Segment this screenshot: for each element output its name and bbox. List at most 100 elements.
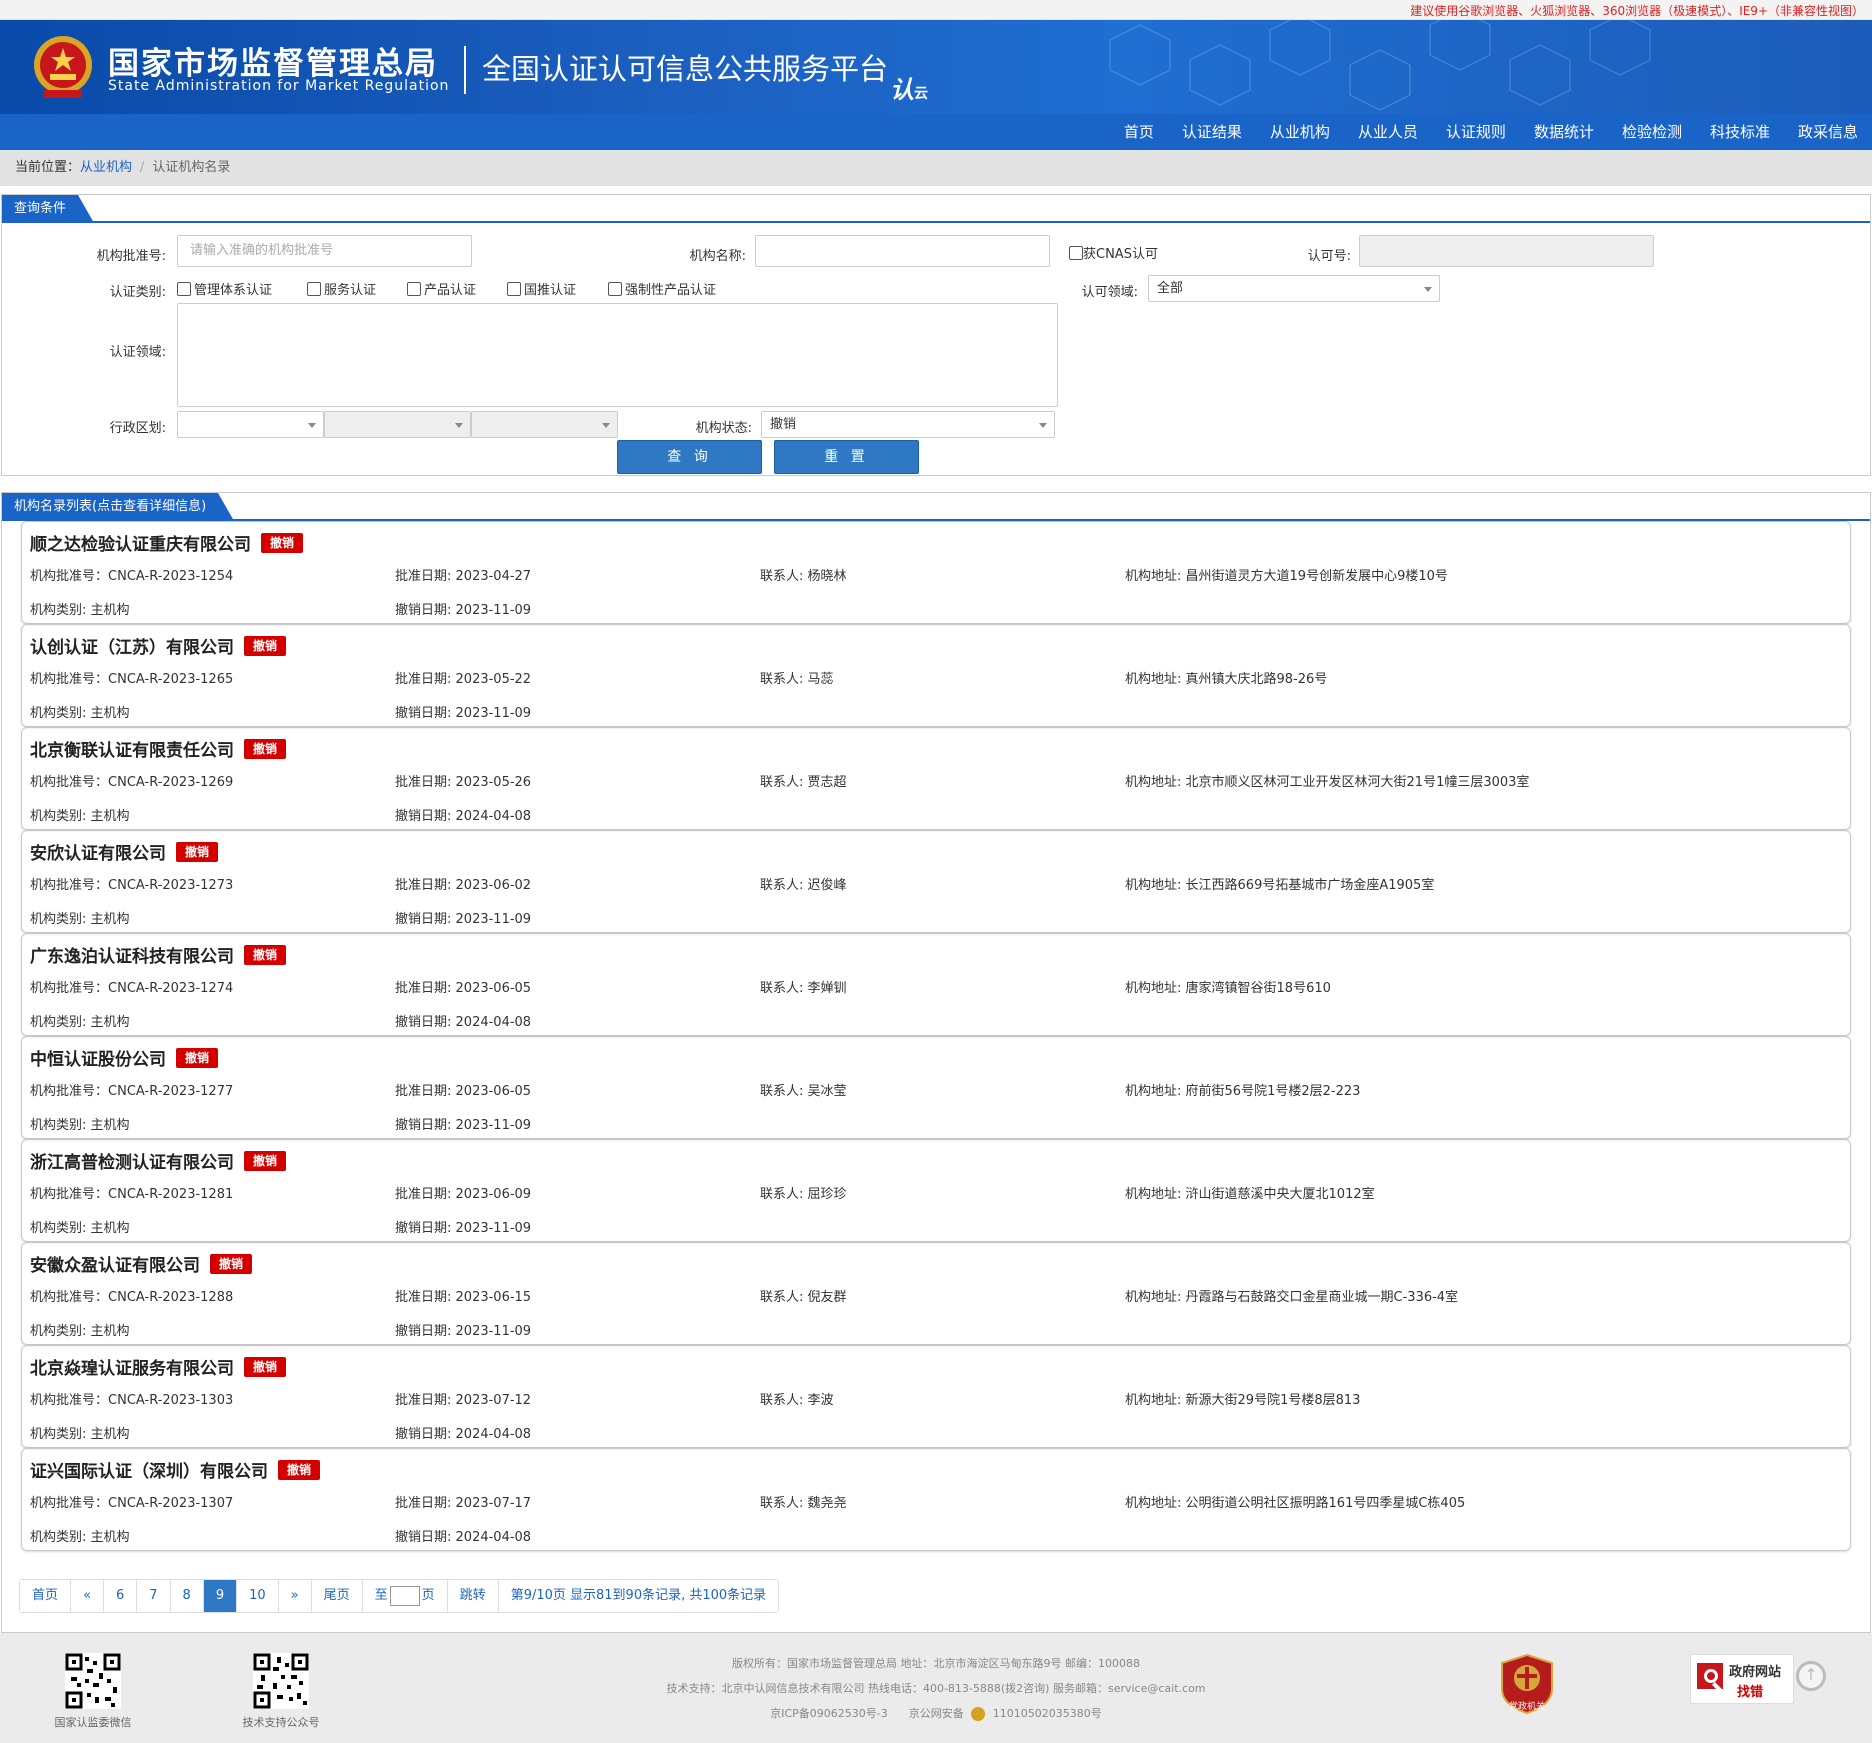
magnifier-icon [1697,1663,1723,1692]
back-to-top-arrow-icon[interactable]: ↑ [1796,1661,1826,1691]
checkbox-box[interactable] [177,281,191,296]
contact-label: 联系人: [760,672,804,687]
cnas-checkbox[interactable]: 获CNAS认可 [1069,243,1158,262]
nav-statistics[interactable]: 数据统计 [1520,114,1608,150]
institution-item[interactable]: 北京焱瑝认证服务有限公司 撤销 机构批准号：CNCA-R-2023-1303 批准日期… [21,1345,1851,1448]
revoke-date-field: 撤销日期: 2024-04-08 [395,1423,531,1442]
institution-name[interactable]: 广东逸泊认证科技有限公司 [30,942,234,967]
type-value: 主机构 [90,1118,130,1133]
institution-name[interactable]: 安徽众盈认证有限公司 [30,1251,200,1276]
type-value: 主机构 [90,1427,130,1442]
institution-name[interactable]: 认创认证（江苏）有限公司 [30,633,234,658]
address-field: 机构地址: 真州镇大庆北路98-26号 [1125,668,1327,687]
search-button[interactable]: 查 询 [617,440,762,474]
institution-item[interactable]: 浙江高普检测认证有限公司 撤销 机构批准号：CNCA-R-2023-1281 批准日期… [21,1139,1851,1242]
region-district-select[interactable] [471,411,618,438]
footer-tech-support: 技术支持：北京中认网信息技术有限公司 热线电话：400-813-5888(拨2咨… [666,1682,1206,1695]
gov-website-error-report[interactable]: 政府网站 找错 [1690,1654,1794,1704]
category-product-checkbox[interactable]: 产品认证 [407,279,476,298]
nav-procurement[interactable]: 政采信息 [1784,114,1872,150]
checkbox-box[interactable] [507,281,521,296]
reset-button[interactable]: 重 置 [774,440,919,474]
nav-standards[interactable]: 科技标准 [1696,114,1784,150]
revoke-date-value: 2024-04-08 [455,1530,532,1545]
org-name-input[interactable] [755,235,1050,267]
nav-home[interactable]: 首页 [1110,114,1168,150]
footer-police-no[interactable]: 11010502035380号 [993,1707,1102,1720]
category-ccc-checkbox[interactable]: 强制性产品认证 [608,279,716,298]
checkbox-box[interactable] [407,281,421,296]
approval-no-value: CNCA-R-2023-1265 [108,672,234,687]
page-first[interactable]: 首页 [20,1580,72,1612]
region-province-select[interactable] [177,411,324,438]
cnas-checkbox-box[interactable] [1069,245,1083,260]
page-prev[interactable]: « [71,1580,104,1612]
institution-item[interactable]: 广东逸泊认证科技有限公司 撤销 机构批准号：CNCA-R-2023-1274 批准日期… [21,933,1851,1036]
address-label: 机构地址: [1125,1290,1182,1305]
address-field: 机构地址: 公明街道公明社区振明路161号四季星城C栋405 [1125,1492,1465,1511]
institution-item[interactable]: 安欣认证有限公司 撤销 机构批准号：CNCA-R-2023-1273 批准日期: 20… [21,830,1851,933]
institution-item[interactable]: 证兴国际认证（深圳）有限公司 撤销 机构批准号：CNCA-R-2023-1307 批准… [21,1448,1851,1551]
platform-logo-suffix: 云 [914,86,928,102]
institution-item[interactable]: 中恒认证股份公司 撤销 机构批准号：CNCA-R-2023-1277 批准日期: 20… [21,1036,1851,1139]
approval-date-label: 批准日期: [395,981,452,996]
approval-date-field: 批准日期: 2023-06-02 [395,874,531,893]
contact-field: 联系人: 倪友群 [760,1286,847,1305]
category-national-checkbox[interactable]: 国推认证 [507,279,576,298]
approval-no-label: 机构批准号： [30,1496,109,1511]
revoke-date-value: 2023-11-09 [455,1221,532,1236]
page-7[interactable]: 7 [137,1580,171,1612]
cert-field-textarea[interactable] [177,303,1058,407]
nav-cert-results[interactable]: 认证结果 [1168,114,1256,150]
institution-name-row: 安欣认证有限公司 撤销 [30,839,219,864]
org-name-cn: 国家市场监督管理总局 [108,46,438,82]
institution-name[interactable]: 北京焱瑝认证服务有限公司 [30,1354,234,1379]
institution-name[interactable]: 证兴国际认证（深圳）有限公司 [30,1457,268,1482]
page-9-current[interactable]: 9 [203,1580,238,1612]
page-6[interactable]: 6 [103,1580,138,1612]
institution-name[interactable]: 北京衡联认证有限责任公司 [30,736,234,761]
category-service-checkbox[interactable]: 服务认证 [307,279,376,298]
institution-item[interactable]: 认创认证（江苏）有限公司 撤销 机构批准号：CNCA-R-2023-1265 批准日期… [21,624,1851,727]
category-national-label: 国推认证 [524,283,577,298]
page-jump-button[interactable]: 跳转 [447,1580,499,1612]
contact-label: 联系人: [760,1393,804,1408]
nav-institutions[interactable]: 从业机构 [1256,114,1344,150]
accredit-field-select[interactable]: 全部 [1148,275,1440,302]
approval-no-value: CNCA-R-2023-1277 [108,1084,234,1099]
approval-no-input[interactable]: 请输入准确的机构批准号 [177,235,472,267]
approval-date-label: 批准日期: [395,878,452,893]
goto-page-input[interactable] [389,1585,420,1606]
institution-item[interactable]: 北京衡联认证有限责任公司 撤销 机构批准号：CNCA-R-2023-1269 批准日期… [21,727,1851,830]
address-value: 公明街道公明社区振明路161号四季星城C栋405 [1185,1496,1466,1511]
institution-name[interactable]: 安欣认证有限公司 [30,839,166,864]
institution-item[interactable]: 顺之达检验认证重庆有限公司 撤销 机构批准号：CNCA-R-2023-1254 批准日… [21,521,1851,624]
nav-personnel[interactable]: 从业人员 [1344,114,1432,150]
revoke-date-label: 撤销日期: [395,912,452,927]
status-badge-revoked: 撤销 [244,635,287,656]
checkbox-box[interactable] [307,281,321,296]
footer-icp[interactable]: 京ICP备09062530号-3 [770,1707,888,1720]
approval-date-label: 批准日期: [395,1290,452,1305]
page-8[interactable]: 8 [170,1580,204,1612]
page-next[interactable]: » [278,1580,312,1612]
region-city-select[interactable] [324,411,471,438]
contact-field: 联系人: 魏尧尧 [760,1492,847,1511]
checkbox-box[interactable] [608,281,622,296]
page-10[interactable]: 10 [237,1580,279,1612]
institution-item[interactable]: 安徽众盈认证有限公司 撤销 机构批准号：CNCA-R-2023-1288 批准日期: … [21,1242,1851,1345]
nav-testing[interactable]: 检验检测 [1608,114,1696,150]
institution-name[interactable]: 浙江高普检测认证有限公司 [30,1148,234,1173]
status-select[interactable]: 撤销 [761,411,1055,438]
nav-cert-rules[interactable]: 认证规则 [1432,114,1520,150]
browser-notice-bar: 建议使用谷歌浏览器、火狐浏览器、360浏览器（极速模式）、IE9+（非兼容性视图… [0,0,1872,20]
category-management-checkbox[interactable]: 管理体系认证 [177,279,272,298]
breadcrumb-link-institutions[interactable]: 从业机构 [80,160,132,175]
revoke-date-field: 撤销日期: 2023-11-09 [395,1217,531,1236]
license-no-input[interactable] [1359,235,1654,267]
institution-name[interactable]: 中恒认证股份公司 [30,1045,166,1070]
institution-name[interactable]: 顺之达检验认证重庆有限公司 [30,530,251,555]
address-field: 机构地址: 浒山街道慈溪中央大厦北1012室 [1125,1183,1375,1202]
page-last[interactable]: 尾页 [311,1580,363,1612]
category-service-label: 服务认证 [324,283,377,298]
